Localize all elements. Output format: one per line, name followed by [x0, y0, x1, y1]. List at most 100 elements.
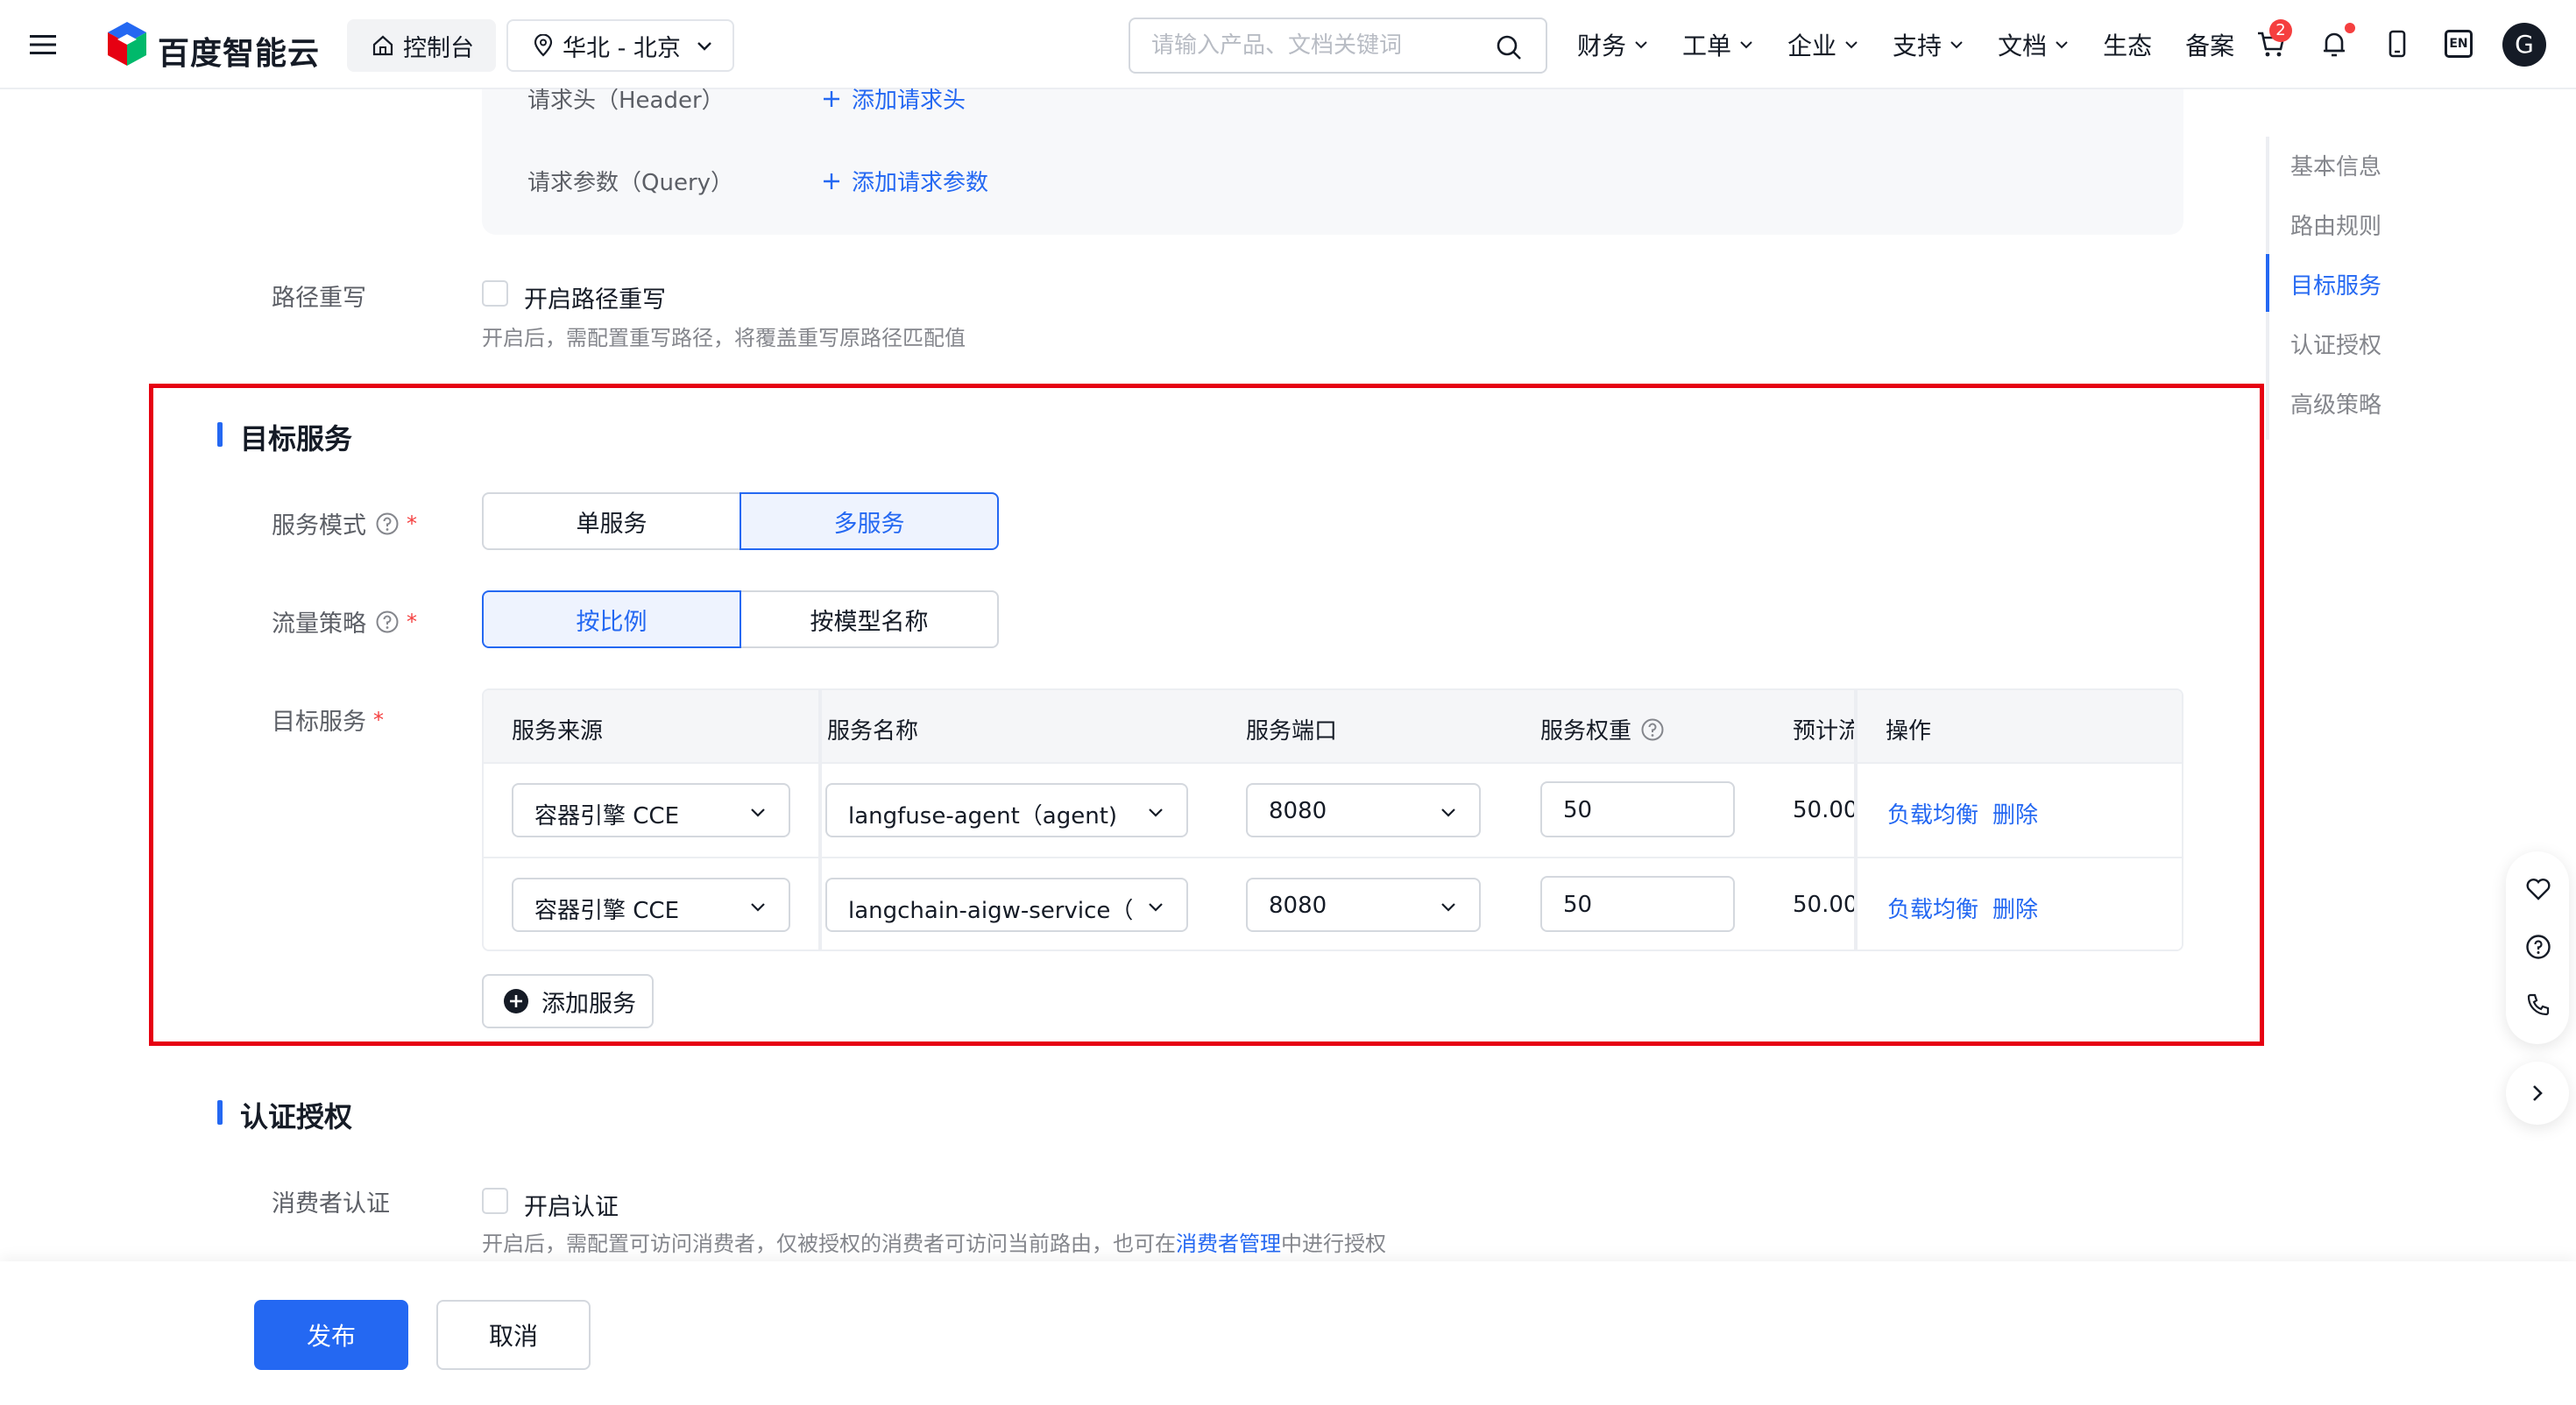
help-circle-icon[interactable] [375, 610, 400, 634]
nav-docs-label: 文档 [1998, 32, 2048, 60]
console-button[interactable]: 控制台 [347, 19, 496, 72]
service-weight-value: 50 [1563, 797, 1593, 823]
consumer-auth-label: 消费者认证 [272, 1184, 390, 1218]
nav-filing-label: 备案 [2185, 32, 2235, 60]
search-icon[interactable] [1495, 33, 1523, 61]
consumer-auth-hint-after: 中进行授权 [1281, 1232, 1386, 1256]
delete-link[interactable]: 删除 [1992, 892, 2038, 924]
mobile-icon[interactable] [2381, 28, 2413, 60]
region-selector[interactable]: 华北 - 北京 [506, 19, 734, 72]
add-header-link[interactable]: 添加请求头 [822, 82, 966, 115]
plus-icon [824, 173, 839, 189]
chevron-down-icon [1740, 41, 1752, 49]
service-weight-input[interactable]: 50 [1540, 781, 1735, 837]
consumer-auth-checkbox[interactable] [482, 1188, 508, 1214]
footer-action-bar: 发布 取消 [0, 1261, 2576, 1405]
service-port-select[interactable]: 8080 [1246, 878, 1481, 932]
anchor-basic-info[interactable]: 基本信息 [2290, 149, 2381, 181]
location-pin-icon [534, 34, 553, 57]
publish-button[interactable]: 发布 [254, 1300, 408, 1370]
help-circle-icon[interactable] [1640, 717, 1665, 742]
plus-circle-icon [504, 989, 528, 1013]
nav-support[interactable]: 支持 [1893, 27, 1964, 62]
service-name-select[interactable]: langfuse-agent（agent) [825, 783, 1188, 837]
traffic-by-model-name[interactable]: 按模型名称 [740, 590, 999, 648]
path-rewrite-hint: 开启后，需配置重写路径，将覆盖重写原路径匹配值 [482, 326, 966, 350]
path-rewrite-checkbox[interactable] [482, 280, 508, 307]
traffic-strategy-label: 流量策略 * [272, 604, 417, 639]
console-label: 控制台 [403, 34, 474, 62]
heart-icon[interactable] [2525, 876, 2551, 902]
service-name-select[interactable]: langchain-aigw-service（ [825, 878, 1188, 932]
language-switch-icon[interactable]: EN [2445, 30, 2473, 58]
service-mode-multi[interactable]: 多服务 [740, 492, 999, 550]
help-circle-icon[interactable] [2525, 934, 2551, 960]
column-header-name: 服务名称 [827, 718, 919, 745]
column-header-source: 服务来源 [512, 718, 604, 745]
service-source-select[interactable]: 容器引擎 CCE [512, 878, 790, 932]
service-weight-input[interactable]: 50 [1540, 876, 1735, 932]
brand-logo[interactable]: 百度智能云 [105, 19, 319, 72]
required-mark: * [407, 511, 417, 536]
section-bar [217, 1100, 223, 1125]
nav-ticket[interactable]: 工单 [1682, 27, 1754, 62]
nav-finance[interactable]: 财务 [1577, 27, 1649, 62]
service-name-value: langchain-aigw-service（ [848, 898, 1134, 924]
service-source-value: 容器引擎 CCE [534, 803, 680, 830]
chevron-down-icon [751, 903, 765, 912]
consumer-auth-hint: 开启后，需配置可访问消费者，仅被授权的消费者可访问当前路由，也可在消费者管理中进… [482, 1226, 1386, 1257]
chevron-down-icon [1441, 903, 1455, 912]
plus-icon [824, 90, 839, 107]
nav-filing[interactable]: 备案 [2185, 27, 2234, 62]
anchor-route-rules[interactable]: 路由规则 [2290, 208, 2381, 241]
avatar[interactable]: G [2502, 23, 2546, 67]
nav-ecosystem-label: 生态 [2103, 32, 2153, 60]
consumer-auth-checkbox-label[interactable]: 开启认证 [524, 1188, 619, 1222]
service-name-value: langfuse-agent（agent) [848, 803, 1118, 830]
bell-icon[interactable] [2318, 28, 2350, 60]
consumer-management-link[interactable]: 消费者管理 [1176, 1232, 1281, 1256]
search-input[interactable] [1151, 30, 1484, 61]
service-port-select[interactable]: 8080 [1246, 783, 1481, 837]
add-query-link[interactable]: 添加请求参数 [822, 165, 988, 197]
anchor-target-service[interactable]: 目标服务 [2290, 268, 2381, 300]
nav-ecosystem[interactable]: 生态 [2103, 27, 2152, 62]
nav-docs[interactable]: 文档 [1998, 27, 2070, 62]
service-source-select[interactable]: 容器引擎 CCE [512, 783, 790, 837]
traffic-by-ratio[interactable]: 按比例 [482, 590, 741, 648]
chevron-down-icon [1635, 41, 1647, 49]
chevron-down-icon [1845, 41, 1858, 49]
operations-column: 操作 负载均衡 删除 负载均衡 删除 [1856, 690, 2182, 950]
delete-link[interactable]: 删除 [1992, 797, 2038, 830]
global-search [1129, 18, 1547, 74]
required-mark: * [373, 707, 384, 732]
service-source-value: 容器引擎 CCE [534, 898, 680, 924]
anchor-active-indicator [2266, 254, 2269, 312]
brand-cube-icon [108, 22, 146, 66]
row-divider [1856, 857, 2182, 858]
collapse-float-button[interactable] [2506, 1062, 2569, 1125]
nav-ticket-label: 工单 [1682, 32, 1732, 60]
cancel-button[interactable]: 取消 [436, 1300, 591, 1370]
chevron-down-icon [751, 808, 765, 817]
phone-icon[interactable] [2525, 992, 2551, 1018]
column-header-operations: 操作 [1886, 718, 1932, 745]
service-port-value: 8080 [1269, 893, 1327, 919]
chevron-down-icon [697, 42, 711, 51]
consumer-auth-hint-before: 开启后，需配置可访问消费者，仅被授权的消费者可访问当前路由，也可在 [482, 1232, 1176, 1256]
hamburger-menu-icon[interactable] [28, 30, 58, 60]
nav-enterprise[interactable]: 企业 [1787, 27, 1859, 62]
load-balance-link[interactable]: 负载均衡 [1887, 892, 1978, 924]
add-service-button[interactable]: 添加服务 [482, 974, 654, 1028]
chevron-down-icon [1149, 808, 1163, 817]
service-mode-single[interactable]: 单服务 [482, 492, 741, 550]
path-rewrite-checkbox-label[interactable]: 开启路径重写 [524, 280, 666, 314]
region-label: 华北 - 北京 [563, 34, 681, 62]
page-root: 百度智能云 控制台 华北 - 北京 请输入产品、文档关键词 财务 工单 企业 支… [0, 0, 2576, 1405]
auth-title: 认证授权 [240, 1100, 353, 1133]
anchor-auth[interactable]: 认证授权 [2290, 328, 2381, 360]
service-weight-value: 50 [1563, 892, 1593, 918]
load-balance-link[interactable]: 负载均衡 [1887, 797, 1978, 830]
help-circle-icon[interactable] [375, 512, 400, 536]
anchor-advanced-policy[interactable]: 高级策略 [2290, 387, 2381, 420]
